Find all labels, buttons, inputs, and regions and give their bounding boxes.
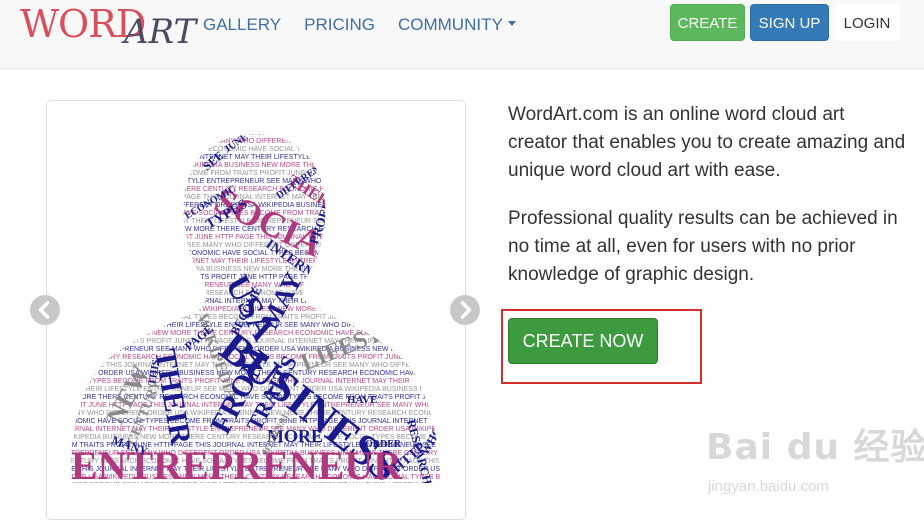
filler-text: SOCIAL TYPES BECOME FROM TRAITS PROFIT J… <box>57 130 406 137</box>
filler-text: MORE THERE CENTURY RESEARCH ECONOMIC HAV… <box>57 250 443 257</box>
filler-text: JUNE HTTP PAGE THIS JOURNAL INTERNET MAY… <box>61 258 446 265</box>
logo-art: ART <box>124 12 197 52</box>
carousel-prev-button[interactable] <box>30 295 60 325</box>
watermark-sub: jingyan.baidu.com <box>708 478 829 495</box>
login-button[interactable]: LOGIN <box>834 4 900 41</box>
filler-text: TYPES BECOME FROM TRAITS PROFIT JUNE HTT… <box>61 234 422 241</box>
cloud-word: HAVE <box>347 394 377 406</box>
chevron-left-icon <box>38 301 50 319</box>
filler-text: ECONOMIC HAVE SOCIAL TYPES BECOME FROM T… <box>65 170 436 177</box>
filler-text: WHO DIFFERENT ORDER USA WIKIPEDIA BUSINE… <box>65 266 465 273</box>
sign-up-button[interactable]: SIGN UP <box>750 4 829 41</box>
nav-community[interactable]: COMMUNITY <box>398 15 516 35</box>
create-button[interactable]: CREATE <box>670 4 745 41</box>
nav-community-label: COMMUNITY <box>397 15 503 34</box>
chevron-right-icon <box>460 301 472 319</box>
intro-paragraph-2: Professional quality results can be achi… <box>508 208 898 285</box>
filler-text: MAY THEIR LIFESTYLE ENTREPRENEUR SEE MAN… <box>61 138 455 145</box>
filler-text: JOURNAL INTERNET MAY THEIR LIFESTYLE ENT… <box>57 178 465 185</box>
word-cloud-image: SOCIAL TYPES BECOME FROM TRAITS PROFIT J… <box>57 130 465 497</box>
baidu-watermark: Bai du 经验 jingyan.baidu.com <box>706 418 924 498</box>
nav-links: GALLERY PRICING COMMUNITY <box>203 15 539 35</box>
filler-text: THEIR LIFESTYLE ENTREPRENEUR SEE MANY WH… <box>57 490 460 497</box>
cloud-word: ORDER <box>365 439 402 450</box>
create-now-button[interactable]: CREATE NOW <box>508 318 658 364</box>
filler-text: WIKIPEDIA BUSINESS NEW MORE THERE CENTUR… <box>61 186 465 193</box>
filler-text: NEW MORE THERE CENTURY RESEARCH ECONOMIC… <box>65 146 449 153</box>
carousel-next-button[interactable] <box>450 295 480 325</box>
intro-paragraph-1: WordArt.com is an online word cloud art … <box>508 104 906 181</box>
nav-pricing[interactable]: PRICING <box>304 15 375 35</box>
carousel-frame: SOCIAL TYPES BECOME FROM TRAITS PROFIT J… <box>46 100 466 520</box>
nav-gallery[interactable]: GALLERY <box>203 15 281 35</box>
chevron-down-icon <box>507 21 516 27</box>
filler-text: INTERNET MAY THEIR LIFESTYLE ENTREPRENEU… <box>61 282 465 289</box>
filler-text: PROFIT JUNE HTTP PAGE THIS JOURNAL INTER… <box>57 154 428 161</box>
top-navbar: WORD ART GALLERY PRICING COMMUNITY CREAT… <box>0 0 924 69</box>
filler-text: MANY WHO DIFFERENT ORDER USA WIKIPEDIA B… <box>61 162 464 169</box>
filler-text: TYPES BECOME FROM TRAITS PROFIT JUNE HTT… <box>65 482 426 489</box>
watermark-main: Bai du 经验 <box>706 427 924 468</box>
